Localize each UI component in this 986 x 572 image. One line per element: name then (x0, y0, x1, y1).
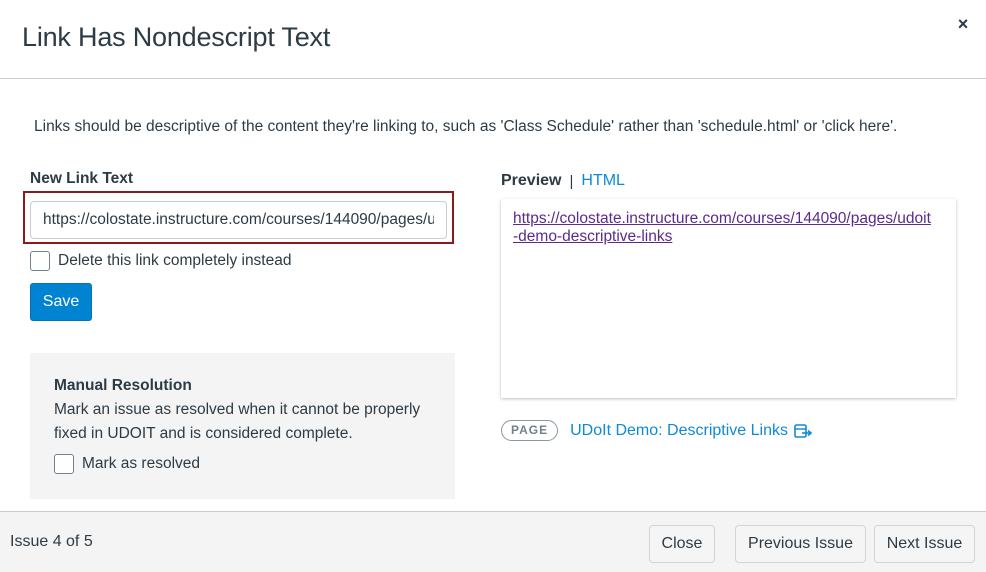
issue-modal: Link Has Nondescript Text × Links should… (0, 0, 986, 572)
delete-link-label: Delete this link completely instead (58, 252, 292, 269)
preview-pane: https://colostate.instructure.com/course… (501, 199, 956, 398)
save-button[interactable]: Save (30, 283, 92, 321)
source-page-row: PAGE UDoIt Demo: Descriptive Links (501, 420, 813, 441)
preview-link[interactable]: https://colostate.instructure.com/course… (513, 210, 933, 246)
source-page-title: UDoIt Demo: Descriptive Links (570, 421, 788, 439)
preview-tabs: Preview | HTML (501, 172, 625, 190)
mark-resolved-checkbox-row[interactable]: Mark as resolved (54, 454, 200, 474)
issue-counter: Issue 4 of 5 (10, 533, 93, 550)
new-link-text-label: New Link Text (30, 170, 134, 187)
manual-resolution-title: Manual Resolution (54, 377, 192, 394)
delete-link-checkbox-row[interactable]: Delete this link completely instead (30, 251, 291, 271)
delete-link-checkbox[interactable] (30, 251, 50, 271)
tab-html[interactable]: HTML (581, 172, 625, 190)
source-page-link[interactable]: UDoIt Demo: Descriptive Links (570, 421, 813, 440)
mark-resolved-checkbox[interactable] (54, 454, 74, 474)
new-link-text-input[interactable] (30, 201, 447, 239)
modal-footer: Issue 4 of 5 Close Previous Issue Next I… (0, 511, 986, 572)
previous-issue-button[interactable]: Previous Issue (735, 525, 866, 563)
close-x-icon[interactable]: × (952, 12, 974, 36)
tab-preview[interactable]: Preview (501, 172, 561, 190)
next-issue-button[interactable]: Next Issue (874, 525, 975, 563)
close-button[interactable]: Close (649, 525, 715, 563)
modal-title: Link Has Nondescript Text (22, 22, 331, 52)
mark-resolved-label: Mark as resolved (82, 455, 201, 472)
manual-resolution-panel: Manual Resolution Mark an issue as resol… (30, 353, 455, 499)
modal-header: Link Has Nondescript Text × (0, 0, 986, 79)
issue-description: Links should be descriptive of the conte… (34, 118, 898, 135)
manual-resolution-text: Mark an issue as resolved when it cannot… (54, 401, 421, 442)
external-link-icon (794, 423, 813, 439)
page-type-badge: PAGE (501, 420, 559, 441)
tab-separator: | (569, 172, 574, 190)
